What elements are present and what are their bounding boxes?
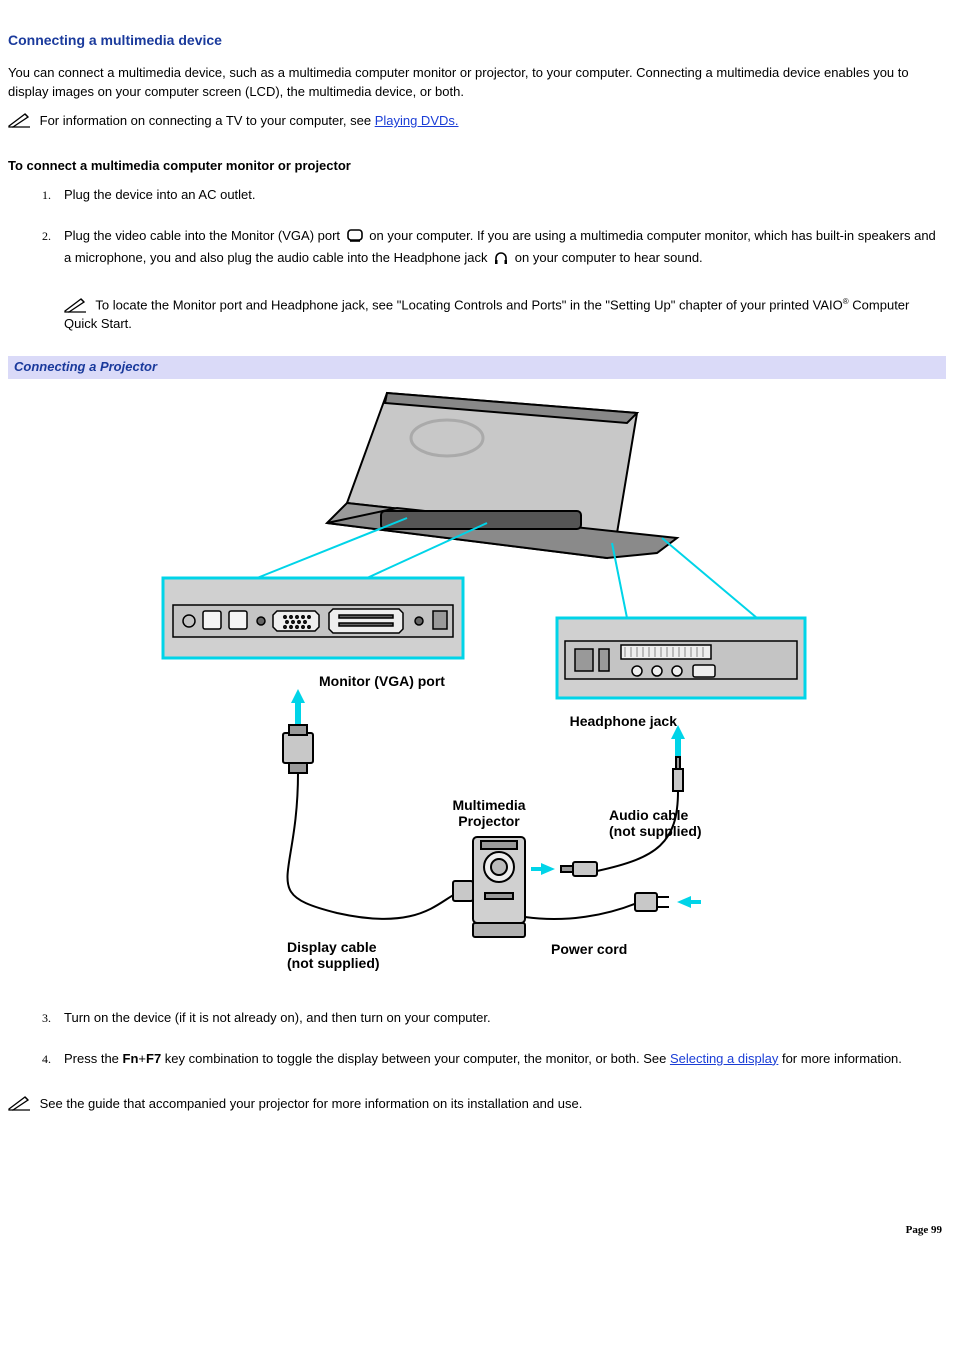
fig-label-headphone: Headphone jack <box>567 711 677 731</box>
note-text: See the guide that accompanied your proj… <box>40 1096 583 1111</box>
page-number: Page 99 <box>8 1223 946 1239</box>
step-text: key combination to toggle the display be… <box>161 1051 670 1066</box>
key-fn: Fn <box>123 1051 139 1066</box>
locate-note: To locate the Monitor port and Headphone… <box>64 296 946 334</box>
steps-list: Plug the device into an AC outlet. Plug … <box>8 186 946 335</box>
projector-diagram: Monitor (VGA) port Headphone jack Multim… <box>137 383 817 979</box>
figure-caption-bar: Connecting a Projector <box>8 356 946 379</box>
note-icon <box>8 112 32 128</box>
fig-label-audio: Audio cable(not supplied) <box>609 807 702 839</box>
key-f7: F7 <box>146 1051 161 1066</box>
step-item: Plug the device into an AC outlet. <box>54 186 946 205</box>
step-item: Plug the video cable into the Monitor (V… <box>54 227 946 335</box>
step-text: + <box>138 1051 146 1066</box>
fig-label-display: Display cable(not supplied) <box>287 939 380 971</box>
step-text: for more information. <box>778 1051 902 1066</box>
step-text: Press the <box>64 1051 123 1066</box>
step-item: Press the Fn+F7 key combination to toggl… <box>54 1050 946 1069</box>
note-icon <box>64 297 88 313</box>
playing-dvds-link[interactable]: Playing DVDs. <box>375 113 459 128</box>
tv-note: For information on connecting a TV to yo… <box>8 112 946 131</box>
final-note: See the guide that accompanied your proj… <box>8 1095 946 1114</box>
subheading: To connect a multimedia computer monitor… <box>8 157 946 176</box>
fig-label-power: Power cord <box>551 939 627 959</box>
selecting-display-link[interactable]: Selecting a display <box>670 1051 778 1066</box>
monitor-port-icon <box>346 228 364 250</box>
headphone-jack-icon <box>493 250 509 272</box>
section-heading: Connecting a multimedia device <box>8 30 946 50</box>
step-text: Plug the video cable into the Monitor (V… <box>64 228 344 243</box>
fig-label-projector: MultimediaProjector <box>439 797 539 829</box>
step-text: Plug the device into an AC outlet. <box>64 187 256 202</box>
intro-paragraph: You can connect a multimedia device, suc… <box>8 64 946 102</box>
tv-note-text: For information on connecting a TV to yo… <box>40 113 375 128</box>
step-text: on your computer to hear sound. <box>515 250 703 265</box>
note-icon <box>8 1095 32 1111</box>
step-item: Turn on the device (if it is not already… <box>54 1009 946 1028</box>
steps-list-cont: Turn on the device (if it is not already… <box>8 1009 946 1069</box>
figure-container: Monitor (VGA) port Headphone jack Multim… <box>8 383 946 979</box>
fig-label-vga: Monitor (VGA) port <box>319 671 445 691</box>
step-text: Turn on the device (if it is not already… <box>64 1010 491 1025</box>
note-text: To locate the Monitor port and Headphone… <box>95 298 842 313</box>
